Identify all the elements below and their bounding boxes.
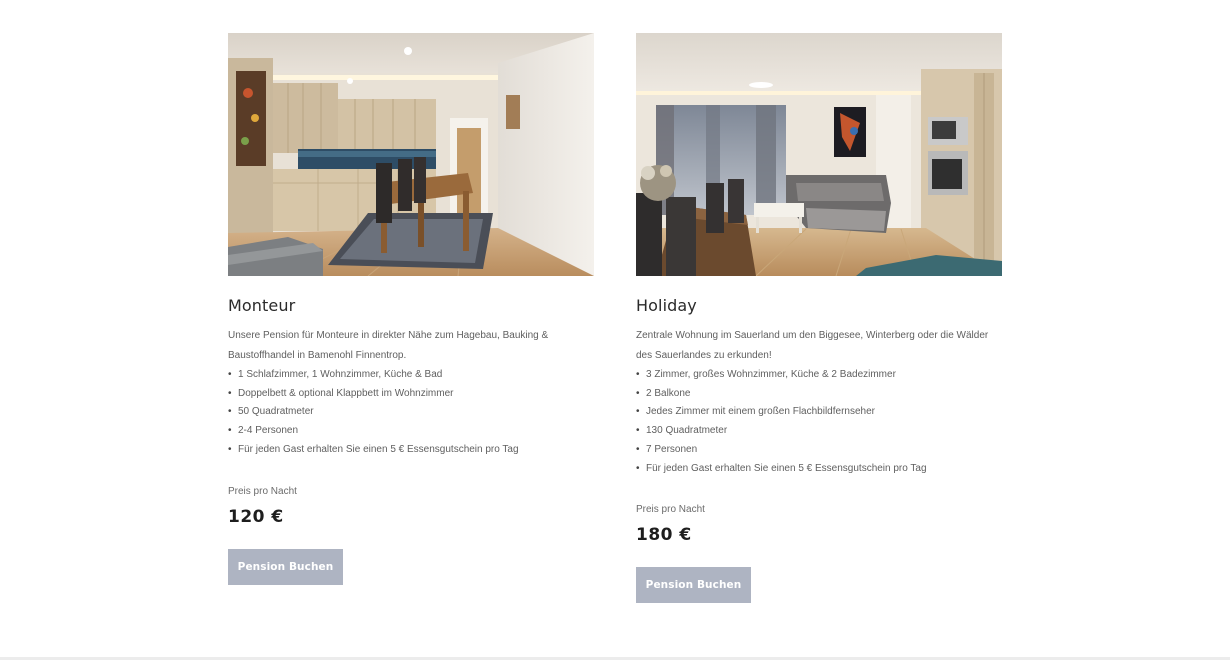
bullet-icon: • — [636, 443, 640, 455]
bullet-icon: • — [636, 387, 640, 399]
feature-list: • 1 Schlafzimmer, 1 Wohnzimmer, Küche & B… — [228, 366, 594, 460]
bullet-icon: • — [636, 369, 640, 380]
feature-item: • 3 Zimmer, großes Wohnzimmer, Küche & 2 … — [636, 366, 1002, 385]
apartment-title: Monteur — [228, 296, 296, 315]
apartment-listing-page: Monteur Unsere Pension für Monteure in d… — [0, 0, 1230, 660]
book-pension-button[interactable]: Pension Buchen — [636, 567, 751, 604]
feature-item: • 2-4 Personen — [228, 422, 594, 441]
price-value: 180 € — [636, 525, 692, 546]
apartment-description: Unsere Pension für Monteure in direkter … — [228, 330, 549, 361]
bullet-icon: • — [636, 406, 640, 418]
feature-item: • 1 Schlafzimmer, 1 Wohnzimmer, Küche & B… — [228, 366, 594, 385]
feature-list: • 3 Zimmer, großes Wohnzimmer, Küche & 2 … — [636, 366, 1002, 478]
bullet-icon: • — [228, 406, 232, 418]
bullet-icon: • — [228, 369, 232, 380]
feature-item: • 130 Quadratmeter — [636, 422, 1002, 441]
feature-item: • Für jeden Gast erhalten Sie einen 5 € E… — [636, 460, 1002, 479]
price-label: Preis pro Nacht — [636, 504, 705, 516]
feature-item: • 7 Personen — [636, 441, 1002, 460]
apartment-photo-monteur — [228, 33, 594, 276]
bullet-icon: • — [228, 443, 232, 455]
feature-item: • 2 Balkone — [636, 385, 1002, 404]
feature-item: • 50 Quadratmeter — [228, 403, 594, 422]
book-pension-button[interactable]: Pension Buchen — [228, 548, 343, 585]
bullet-icon: • — [228, 387, 232, 399]
price-label: Preis pro Nacht — [228, 485, 297, 497]
feature-item: • Doppelbett & optional Klappbett im Wohn… — [228, 385, 594, 404]
apartment-card-holiday: Holiday Zentrale Wohnung im Sauerland um… — [636, 33, 1002, 604]
bullet-icon: • — [636, 462, 640, 474]
apartment-card-monteur: Monteur Unsere Pension für Monteure in d… — [228, 33, 594, 585]
apartment-photo-holiday — [636, 33, 1002, 276]
feature-item: • Für jeden Gast erhalten Sie einen 5 € E… — [228, 441, 594, 460]
apartment-description: Zentrale Wohnung im Sauerland um den Big… — [636, 330, 989, 361]
price-value: 120 € — [228, 506, 284, 527]
apartment-title: Holiday — [636, 296, 697, 315]
bullet-icon: • — [636, 425, 640, 437]
feature-item: • Jedes Zimmer mit einem großen Flachbild… — [636, 403, 1002, 422]
bullet-icon: • — [228, 425, 232, 437]
